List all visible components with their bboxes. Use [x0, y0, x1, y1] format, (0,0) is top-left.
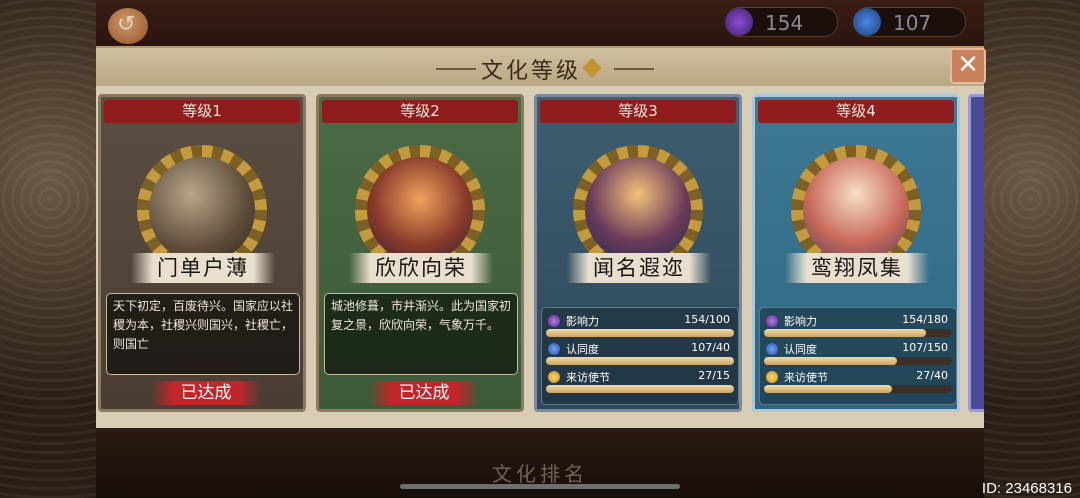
progress-bar — [764, 357, 952, 365]
stat-label: 认同度 — [566, 343, 599, 356]
envoy-icon — [548, 371, 560, 383]
stat-value: 27/15 — [698, 369, 730, 382]
back-arrow-icon: ↺ — [117, 12, 136, 37]
level-illustration — [149, 157, 255, 263]
card-level-name: 闻名遐迩 — [567, 253, 711, 283]
requirement-panel: 影响力 154/100 认同度 107/40 来访使节 27/15 — [541, 307, 739, 405]
recognition-icon — [766, 343, 778, 355]
recognition-icon — [548, 343, 560, 355]
level-card-4[interactable]: 等级4 鸾翔凤集 影响力 154/180 认同度 107/150 来访使节 27… — [752, 94, 960, 412]
recognition-coin-icon — [853, 8, 881, 36]
stat-label: 认同度 — [784, 343, 817, 356]
influence-value: 154 — [765, 11, 804, 35]
card-level-label: 等级3 — [540, 100, 736, 123]
achieved-badge: 已达成 — [369, 381, 479, 405]
stat-envoys: 来访使节 27/40 — [764, 369, 952, 396]
stat-value: 154/180 — [902, 313, 948, 326]
stat-value: 107/150 — [902, 341, 948, 354]
progress-bar — [546, 357, 734, 365]
stat-value: 154/100 — [684, 313, 730, 326]
user-id: ID: 23468316 — [981, 480, 1072, 497]
influence-icon — [766, 315, 778, 327]
card-level-label: 等级1 — [104, 100, 300, 123]
close-button[interactable]: ✕ — [950, 48, 986, 84]
level-card-1[interactable]: 等级1 门单户薄 天下初定，百废待兴。国家应以社稷为本，社稷兴则国兴，社稷亡，则… — [98, 94, 306, 412]
card-description: 天下初定，百废待兴。国家应以社稷为本，社稷兴则国兴，社稷亡，则国亡 — [106, 293, 300, 375]
stat-value: 107/40 — [691, 341, 730, 354]
progress-bar — [764, 329, 952, 337]
envoy-icon — [766, 371, 778, 383]
level-card-5[interactable] — [968, 94, 984, 412]
stat-recognition: 认同度 107/150 — [764, 341, 952, 368]
level-cards-row[interactable]: 等级1 门单户薄 天下初定，百废待兴。国家应以社稷为本，社稷兴则国兴，社稷亡，则… — [96, 86, 984, 414]
dragon-panel-left — [0, 0, 100, 498]
level-card-3[interactable]: 等级3 闻名遐迩 影响力 154/100 认同度 107/40 来访使节 27/… — [534, 94, 742, 412]
top-bar — [96, 0, 984, 48]
scroll-indicator — [400, 484, 680, 489]
level-illustration — [367, 157, 473, 263]
card-level-name: 门单户薄 — [131, 253, 275, 283]
stat-label: 来访使节 — [784, 371, 828, 384]
dragon-panel-right — [980, 0, 1080, 498]
info-icon[interactable] — [582, 58, 602, 78]
stat-influence: 影响力 154/180 — [764, 313, 952, 340]
card-level-name: 鸾翔凤集 — [785, 253, 929, 283]
recognition-value: 107 — [893, 11, 932, 35]
stat-label: 影响力 — [566, 315, 599, 328]
requirement-panel: 影响力 154/180 认同度 107/150 来访使节 27/40 — [759, 307, 957, 405]
stat-label: 影响力 — [784, 315, 817, 328]
culture-ranking-button[interactable]: 文化排名 — [0, 458, 1080, 487]
stat-influence: 影响力 154/100 — [546, 313, 734, 340]
close-icon: ✕ — [957, 50, 979, 80]
progress-bar — [546, 385, 734, 393]
level-illustration — [585, 157, 691, 263]
back-button[interactable]: ↺ — [108, 8, 148, 44]
dialog-header: 文化等级 — [96, 48, 984, 86]
recognition-counter: 107 — [853, 7, 966, 37]
card-level-label: 等级2 — [322, 100, 518, 123]
progress-bar — [764, 385, 952, 393]
influence-counter: 154 — [725, 7, 838, 37]
progress-bar — [546, 329, 734, 337]
dialog-title: 文化等级 — [96, 53, 984, 85]
stat-envoys: 来访使节 27/15 — [546, 369, 734, 396]
card-level-name: 欣欣向荣 — [349, 253, 493, 283]
card-description: 城池修葺，市井渐兴。此为国家初复之景，欣欣向荣，气象万千。 — [324, 293, 518, 375]
stat-recognition: 认同度 107/40 — [546, 341, 734, 368]
achieved-badge: 已达成 — [151, 381, 261, 405]
influence-icon — [548, 315, 560, 327]
stat-value: 27/40 — [916, 369, 948, 382]
card-level-label: 等级4 — [758, 100, 954, 123]
level-illustration — [803, 157, 909, 263]
influence-coin-icon — [725, 8, 753, 36]
stat-label: 来访使节 — [566, 371, 610, 384]
level-card-2[interactable]: 等级2 欣欣向荣 城池修葺，市井渐兴。此为国家初复之景，欣欣向荣，气象万千。 已… — [316, 94, 524, 412]
